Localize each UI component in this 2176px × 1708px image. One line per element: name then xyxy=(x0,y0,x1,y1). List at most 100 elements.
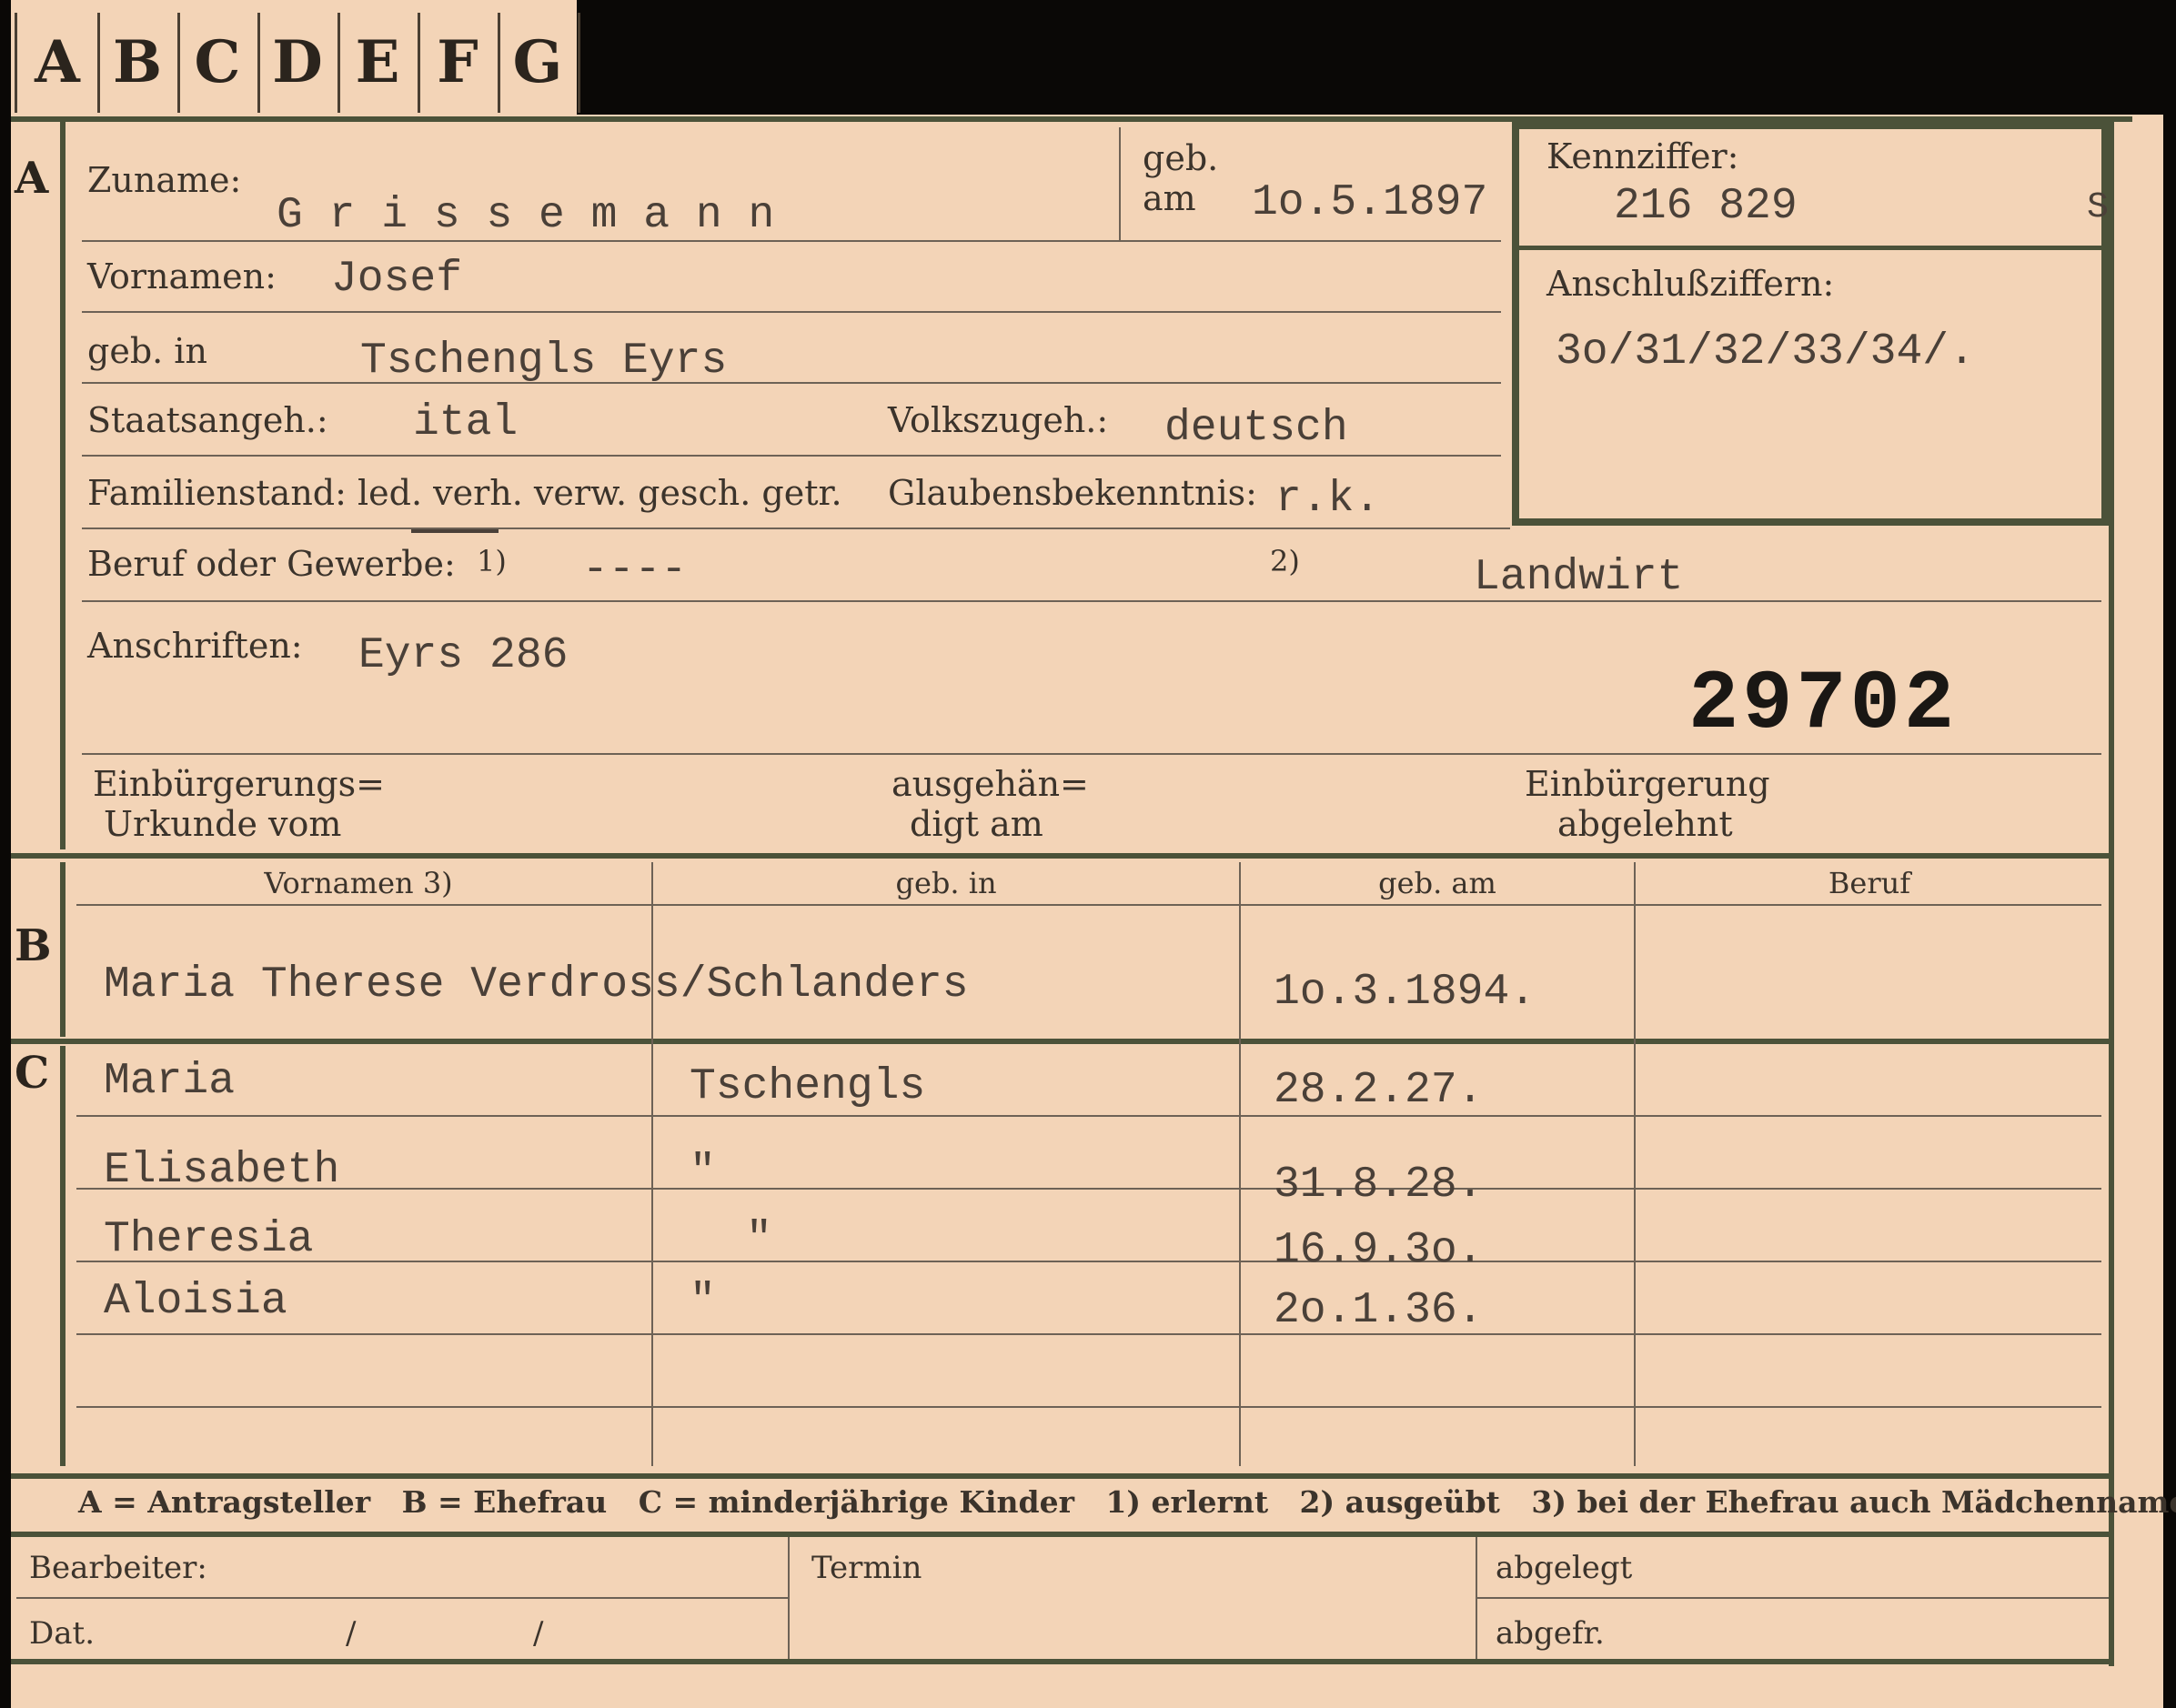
birthplace-value: Tschengls Eyrs xyxy=(360,337,728,386)
child-1-date: 28.2.27. xyxy=(1274,1066,1484,1115)
einb-abgelehnt-label-2: abgelehnt xyxy=(1557,804,1733,844)
ethnicity-value: deutsch xyxy=(1164,404,1348,453)
spouse-birth-date: 1o.3.1894. xyxy=(1274,968,1536,1017)
child-3-date: 16.9.3o. xyxy=(1274,1226,1484,1275)
geb-am-divider xyxy=(1119,127,1121,240)
surname-value: G r i s s e m a n n xyxy=(277,191,775,240)
child-row-line-5 xyxy=(76,1406,2101,1408)
legend-text: A = Antragsteller B = Ehefrau C = minder… xyxy=(78,1484,2176,1520)
section-b-marker: B xyxy=(15,920,52,971)
kennziffer-label: Kennziffer: xyxy=(1546,136,1739,176)
termin-label: Termin xyxy=(811,1550,922,1586)
col-divider-3 xyxy=(1634,862,1636,1466)
kennziffer-value: 216 829 xyxy=(1614,182,1798,231)
child-4-name: Aloisia xyxy=(104,1277,287,1326)
familienstand-label: Familienstand: led. verh. verw. gesch. g… xyxy=(87,473,842,513)
tab-d: D xyxy=(257,13,340,113)
kennziffer-mark: S xyxy=(2087,187,2110,228)
tab-a: A xyxy=(15,13,100,113)
row-line-7 xyxy=(82,753,2101,755)
header-geb-in: geb. in xyxy=(895,866,997,900)
tab-b: B xyxy=(97,13,180,113)
row-line-4 xyxy=(82,455,1501,457)
frame-left-c xyxy=(60,1046,65,1466)
header-geb-am: geb. am xyxy=(1378,866,1496,900)
child-3-name: Theresia xyxy=(104,1215,314,1264)
child-2-date: 31.8.28. xyxy=(1274,1160,1484,1210)
section-c-marker: C xyxy=(15,1048,50,1099)
volkszugeh-label: Volkszugeh.: xyxy=(888,400,1109,440)
child-4-place: " xyxy=(690,1277,716,1326)
footer-divider-1 xyxy=(788,1537,790,1659)
footer-mid-line-left xyxy=(16,1597,788,1599)
col-divider-2 xyxy=(1239,862,1241,1466)
child-4-date: 2o.1.36. xyxy=(1274,1286,1484,1335)
date-slash-1: / xyxy=(346,1615,357,1652)
frame-left-b xyxy=(60,862,65,1037)
child-2-place: " xyxy=(690,1148,716,1197)
child-row-line-3 xyxy=(76,1261,2101,1262)
birth-date-value: 1o.5.1897 xyxy=(1252,178,1488,227)
footer-bottom xyxy=(11,1659,2114,1664)
dat-label: Dat. xyxy=(29,1615,96,1652)
row-line-2 xyxy=(82,311,1501,313)
section-a-marker: A xyxy=(15,153,49,204)
anschriften-label: Anschriften: xyxy=(87,626,303,666)
child-row-line-2 xyxy=(76,1188,2101,1190)
header-beruf: Beruf xyxy=(1828,866,1911,900)
date-slash-2: / xyxy=(533,1615,544,1652)
first-names-value: Josef xyxy=(331,255,463,304)
child-1-name: Maria xyxy=(104,1057,236,1106)
section-c-top xyxy=(11,1039,2114,1044)
section-b-top xyxy=(11,853,2114,859)
religion-value: r.k. xyxy=(1275,475,1381,524)
kennziffer-divider xyxy=(1519,246,2101,250)
legend-bottom xyxy=(11,1532,2114,1537)
table-header-line xyxy=(76,904,2101,906)
occupation-practiced-value: Landwirt xyxy=(1474,553,1684,602)
einb-urkunde-label-1: Einbürgerungs= xyxy=(93,764,385,804)
geb-in-label: geb. in xyxy=(87,331,207,371)
legend-top xyxy=(11,1473,2114,1479)
index-tabs: A B C D E F G xyxy=(11,0,580,118)
frame-right xyxy=(2109,116,2114,1666)
tab-f: F xyxy=(418,13,500,113)
frame-left-a xyxy=(60,122,65,849)
child-3-place: " xyxy=(746,1215,772,1264)
abgelegt-label: abgelegt xyxy=(1496,1550,1633,1586)
bearbeiter-label: Bearbeiter: xyxy=(29,1550,207,1586)
footnote-1-marker: 1) xyxy=(477,544,507,578)
citizenship-value: ital xyxy=(413,398,519,447)
einb-abgelehnt-label-1: Einbürgerung xyxy=(1525,764,1770,804)
staatsangeh-label: Staatsangeh.: xyxy=(87,400,328,440)
child-row-line-4 xyxy=(76,1333,2101,1335)
ausgehaendigt-label-2: digt am xyxy=(910,804,1043,844)
child-2-name: Elisabeth xyxy=(104,1146,340,1195)
geb-am-label-1: geb. xyxy=(1143,138,1219,178)
geb-am-label-2: am xyxy=(1143,178,1196,218)
zuname-label: Zuname: xyxy=(87,160,242,200)
address-value: Eyrs 286 xyxy=(358,631,569,680)
row-line-1 xyxy=(82,240,1501,242)
spouse-name: Maria Therese Verdross/Schlanders xyxy=(104,960,969,1010)
einb-urkunde-label-2: Urkunde vom xyxy=(104,804,342,844)
tab-g: G xyxy=(498,13,580,113)
kennziffer-box xyxy=(1512,122,2109,526)
occupation-learned-value: ---- xyxy=(582,546,688,595)
ausgehaendigt-label-1: ausgehän= xyxy=(892,764,1089,804)
col-divider-1 xyxy=(651,862,653,1466)
footnote-2-marker: 2) xyxy=(1270,544,1300,578)
vornamen-label: Vornamen: xyxy=(87,256,277,296)
beruf-label: Beruf oder Gewerbe: xyxy=(87,544,456,584)
row-line-6 xyxy=(82,600,2101,602)
abgefr-label: abgefr. xyxy=(1496,1615,1605,1652)
verh-underline xyxy=(411,529,499,533)
row-line-3 xyxy=(82,382,1501,384)
tab-e: E xyxy=(337,13,420,113)
file-number-stamp: 29702 xyxy=(1688,657,1959,752)
footer-mid-line-right xyxy=(1476,1597,2109,1599)
anschlussziffern-value: 3o/31/32/33/34/. xyxy=(1556,327,1975,377)
tab-c: C xyxy=(177,13,260,113)
glaubensbekenntnis-label: Glaubensbekenntnis: xyxy=(888,473,1257,513)
child-1-place: Tschengls xyxy=(690,1062,926,1111)
